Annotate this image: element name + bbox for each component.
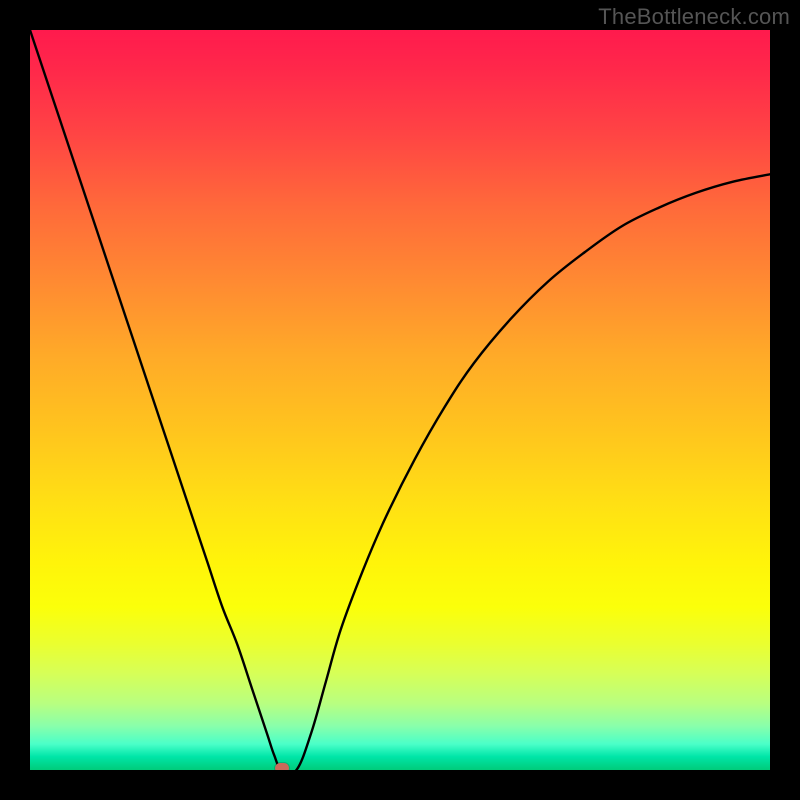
bottleneck-curve (30, 30, 770, 770)
min-marker (275, 763, 289, 770)
watermark-text: TheBottleneck.com (598, 4, 790, 30)
chart-frame: TheBottleneck.com (0, 0, 800, 800)
plot-area (30, 30, 770, 770)
